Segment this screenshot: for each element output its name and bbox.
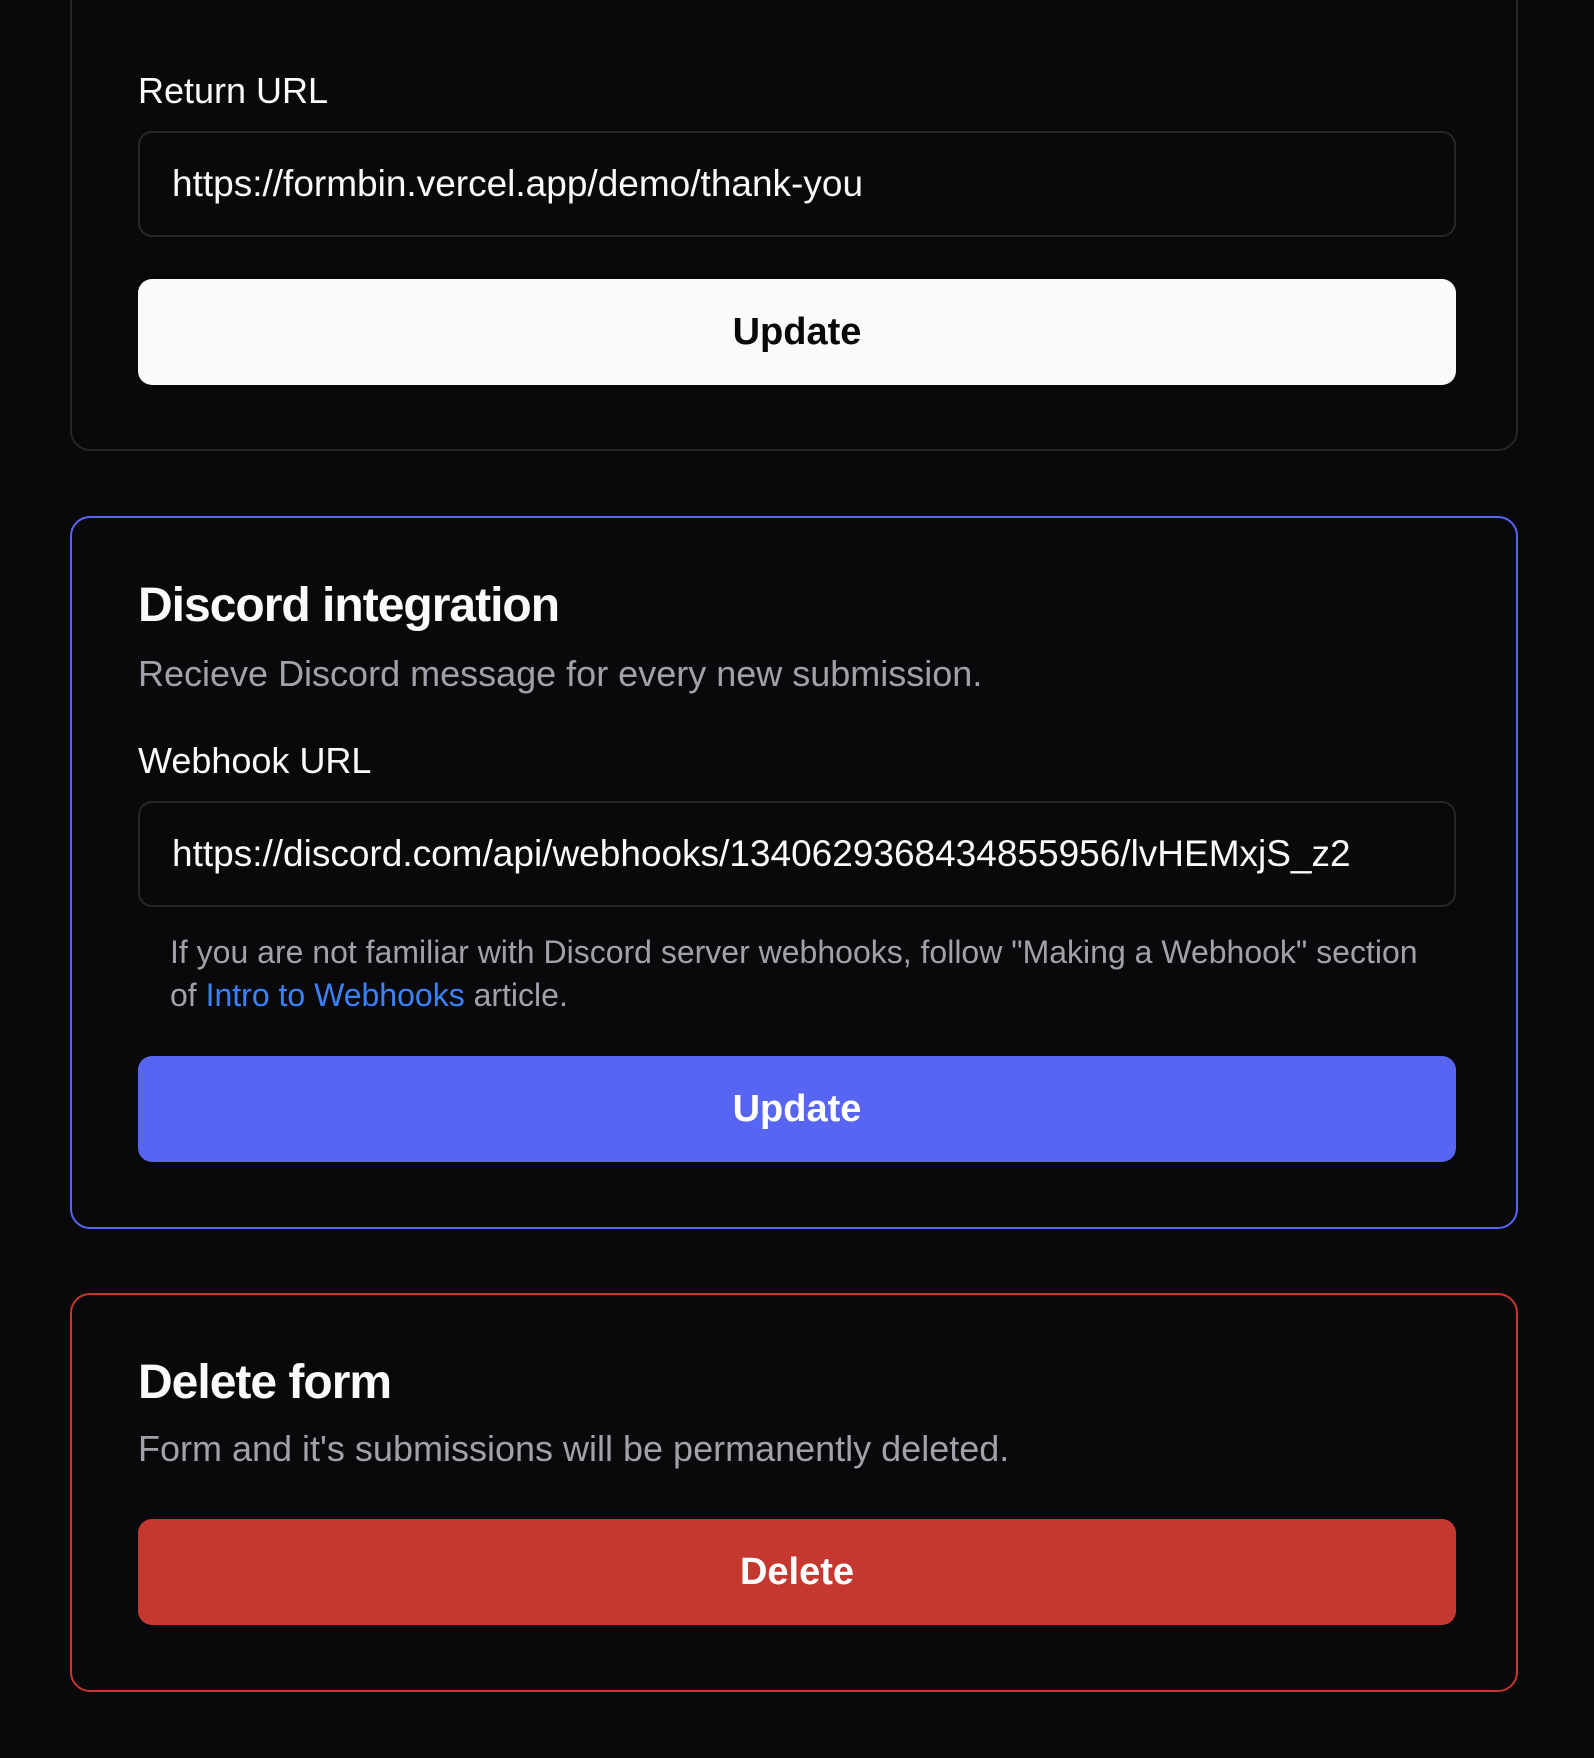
- delete-form-card: Delete form Form and it's submissions wi…: [70, 1293, 1518, 1692]
- webhook-help-suffix: article.: [464, 977, 568, 1013]
- discord-integration-title: Discord integration: [138, 579, 560, 632]
- delete-form-title: Delete form: [138, 1356, 392, 1409]
- delete-form-description: Form and it's submissions will be perman…: [138, 1428, 1010, 1469]
- redirect-settings-card: Return URL Update: [70, 0, 1518, 451]
- webhook-url-input[interactable]: [138, 801, 1456, 907]
- webhook-help-text: If you are not familiar with Discord ser…: [170, 931, 1440, 1017]
- discord-integration-description: Recieve Discord message for every new su…: [138, 653, 983, 694]
- intro-to-webhooks-link[interactable]: Intro to Webhooks: [206, 977, 465, 1013]
- delete-form-button[interactable]: Delete: [138, 1519, 1456, 1625]
- update-webhook-button[interactable]: Update: [138, 1056, 1456, 1162]
- webhook-url-label: Webhook URL: [138, 740, 372, 781]
- return-url-input[interactable]: [138, 131, 1456, 237]
- discord-integration-card: Discord integration Recieve Discord mess…: [70, 516, 1518, 1229]
- update-return-url-button[interactable]: Update: [138, 279, 1456, 385]
- return-url-label: Return URL: [138, 70, 329, 111]
